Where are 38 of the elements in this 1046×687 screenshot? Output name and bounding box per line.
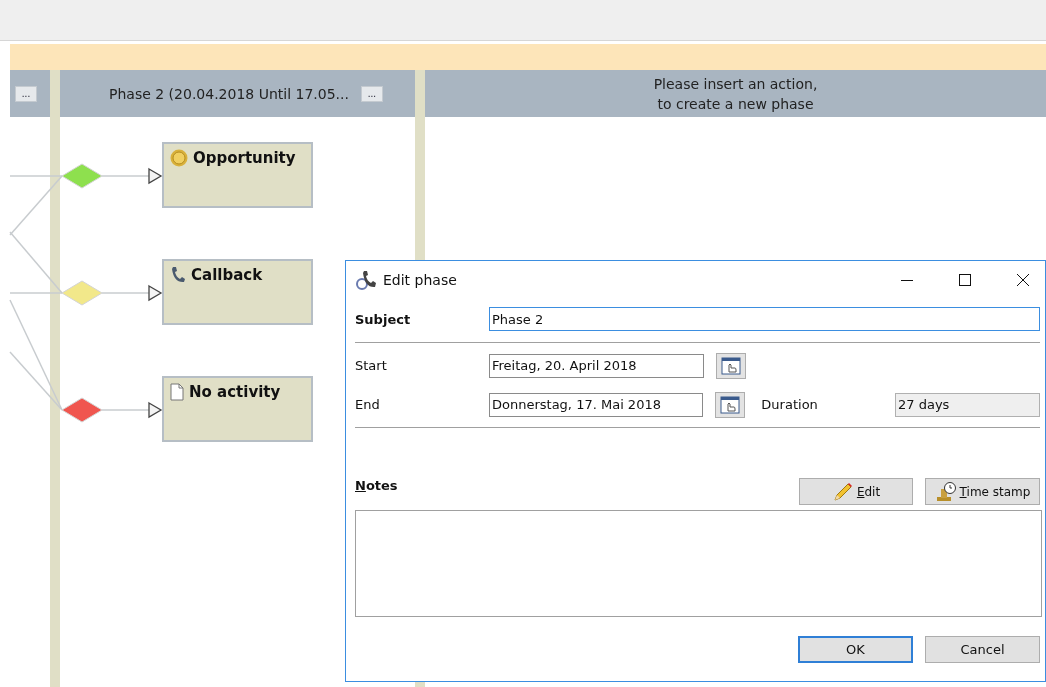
field-label: Start — [355, 358, 388, 373]
stamp-clock-icon — [934, 480, 957, 503]
connector-arrow — [101, 167, 163, 185]
date-picker-button[interactable] — [715, 391, 746, 418]
node-label: No activity — [189, 383, 281, 401]
coin-icon — [170, 149, 188, 167]
phone-icon — [355, 269, 377, 291]
dialog-title: Edit phase — [383, 272, 457, 288]
field-label: Duration — [761, 397, 819, 412]
field-label: End — [355, 397, 381, 412]
field-label: Subject — [355, 311, 412, 327]
phone-icon — [170, 266, 186, 284]
pencil-icon — [831, 480, 854, 503]
lane-title: Phase 2 (20.04.2018 Until 17.05... — [109, 85, 349, 102]
connector-arrow — [101, 401, 163, 419]
activity-node[interactable]: Opportunity — [162, 142, 313, 208]
date-field[interactable]: Freitag, 20. April 2018 — [489, 353, 704, 378]
lane-menu-button[interactable]: ... — [360, 85, 383, 102]
ok-button[interactable]: OK — [798, 636, 913, 663]
activity-node[interactable]: No activity — [162, 376, 313, 442]
maximize-icon[interactable] — [957, 272, 973, 288]
subject-field[interactable]: Phase 2 — [489, 307, 1040, 331]
notes-label: Notes — [355, 478, 399, 493]
activity-node[interactable]: Callback — [162, 259, 313, 325]
lane-menu-button[interactable]: ... — [15, 85, 37, 102]
duration-field[interactable]: 27 days — [895, 392, 1040, 417]
node-label: Callback — [191, 266, 263, 284]
close-icon[interactable] — [1015, 272, 1031, 288]
new-phase-hint: Please insert an action, to create a new phase — [652, 75, 819, 114]
edit-button[interactable]: Edit — [799, 478, 913, 505]
date-field[interactable]: Donnerstag, 17. Mai 2018 — [489, 392, 704, 417]
time-stamp-button[interactable]: Time stamp — [925, 478, 1040, 505]
date-picker-button[interactable] — [716, 352, 746, 379]
document-icon — [170, 383, 184, 401]
cancel-button[interactable]: Cancel — [925, 636, 1040, 663]
node-label: Opportunity — [193, 149, 296, 167]
notes-field[interactable] — [355, 510, 1042, 617]
connector-arrow — [101, 284, 163, 302]
